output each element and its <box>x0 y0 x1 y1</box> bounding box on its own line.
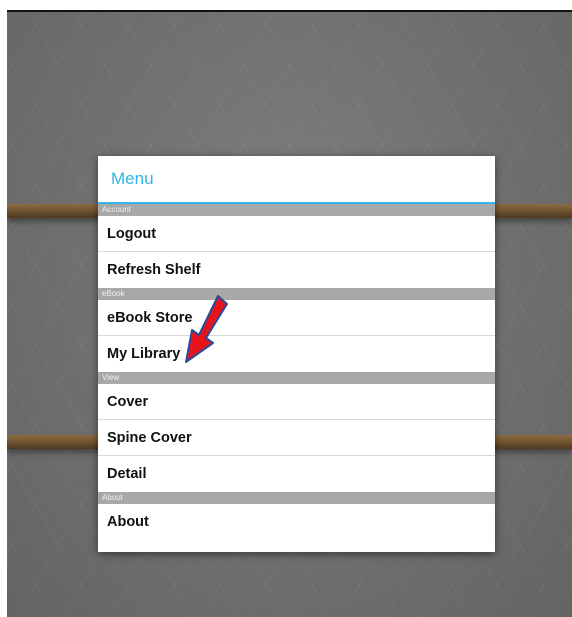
menu-item-my-library[interactable]: My Library <box>98 336 495 372</box>
section-header-view: View <box>98 372 495 384</box>
menu-header: Menu <box>98 156 495 204</box>
menu-item-refresh-shelf[interactable]: Refresh Shelf <box>98 252 495 288</box>
menu-dialog: Menu Account Logout Refresh Shelf eBook … <box>98 156 495 552</box>
menu-item-spine-cover[interactable]: Spine Cover <box>98 420 495 456</box>
section-header-ebook: eBook <box>98 288 495 300</box>
section-header-account: Account <box>98 204 495 216</box>
section-header-about: About <box>98 492 495 504</box>
menu-item-detail[interactable]: Detail <box>98 456 495 492</box>
menu-item-about[interactable]: About <box>98 504 495 540</box>
menu-item-ebook-store[interactable]: eBook Store <box>98 300 495 336</box>
menu-title: Menu <box>111 169 154 188</box>
menu-item-cover[interactable]: Cover <box>98 384 495 420</box>
menu-item-logout[interactable]: Logout <box>98 216 495 252</box>
app-screen: Menu Account Logout Refresh Shelf eBook … <box>7 10 572 617</box>
